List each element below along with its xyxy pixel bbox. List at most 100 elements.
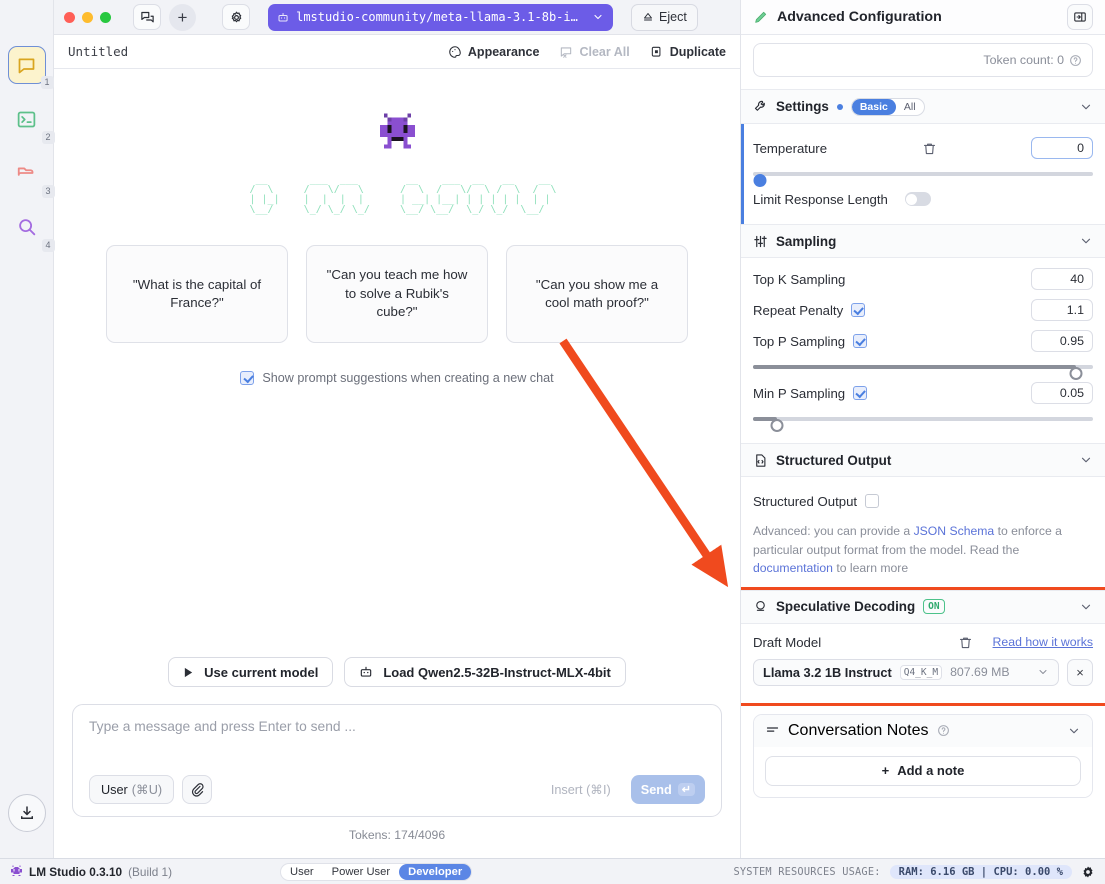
rail-item-terminal[interactable]: 2 [8,100,46,138]
rail-item-chat[interactable]: 1 [8,46,46,84]
settings-mode-all[interactable]: All [896,99,924,115]
draft-model-name: Llama 3.2 1B Instruct [763,665,892,680]
limit-response-toggle[interactable] [905,192,931,206]
top-p-row: Top P Sampling 0.95 [753,328,1093,354]
maximize-window-button[interactable] [100,12,111,23]
temperature-slider[interactable] [753,166,1093,182]
min-p-checkbox[interactable] [853,386,867,400]
traffic-lights [64,12,111,23]
rail-item-search[interactable]: 4 [8,208,46,246]
collapse-panel-button[interactable] [1067,4,1093,30]
slider-track [753,417,1093,421]
temperature-row: Temperature 0 [753,135,1093,161]
structured-output-checkbox[interactable] [865,494,879,508]
repeat-penalty-checkbox[interactable] [851,303,865,317]
sliders-icon [753,234,768,249]
chevron-down-icon[interactable] [1079,453,1093,467]
terminal-icon [16,109,37,130]
temperature-value[interactable]: 0 [1031,137,1093,159]
slider-knob[interactable] [1070,367,1083,380]
role-selector-button[interactable]: User (⌘U) [89,775,174,804]
top-k-value[interactable]: 40 [1031,268,1093,290]
settings-section-body: Temperature 0 Limit Response Length [741,124,1105,224]
sampling-section-header[interactable]: Sampling [741,224,1105,258]
appearance-button[interactable]: Appearance [448,45,540,59]
system-prompt-box[interactable]: Token count: 0 [753,43,1093,77]
config-panel-scroll[interactable]: Token count: 0 Settings Ba [741,35,1105,858]
mode-developer[interactable]: Developer [399,864,471,880]
chevron-down-icon[interactable] [1067,724,1081,738]
folder-icon [16,162,38,184]
mode-power-user[interactable]: Power User [323,864,399,880]
conversation-notes-header[interactable]: Conversation Notes [754,715,1092,747]
chat-header-actions: Appearance Clear All Duplicate [448,45,726,59]
settings-mode-basic[interactable]: Basic [852,99,896,115]
app-settings-button[interactable] [222,4,250,30]
rail-item-folder[interactable]: 3 [8,154,46,192]
reset-draft-model-icon[interactable] [958,635,973,650]
prompt-suggestion-card[interactable]: "Can you show me a cool math proof?" [506,245,688,343]
json-schema-link[interactable]: JSON Schema [914,524,995,538]
prompt-suggestion-card[interactable]: "Can you teach me how to solve a Rubik's… [306,245,488,343]
show-suggestions-checkbox[interactable] [240,371,254,385]
user-mode-selector[interactable]: User Power User Developer [280,863,472,881]
min-p-value[interactable]: 0.05 [1031,382,1093,404]
insert-button[interactable]: Insert (⌘I) [539,775,623,804]
reset-temperature-icon[interactable] [922,141,937,156]
role-label: User [101,783,128,797]
slider-knob[interactable] [753,174,766,187]
draft-model-dropdown[interactable]: Llama 3.2 1B Instruct Q4_K_M 807.69 MB [753,659,1059,686]
chevron-down-icon[interactable] [1079,234,1093,248]
prompt-suggestion-card[interactable]: "What is the capital of France?" [106,245,288,343]
top-p-slider[interactable] [753,359,1093,375]
message-input[interactable] [89,719,705,775]
conversation-notes-title: Conversation Notes [788,722,929,740]
gear-icon[interactable] [1081,865,1095,879]
new-chat-button[interactable]: + [169,4,196,31]
chat-header: Untitled Appearance Clear All [54,35,740,69]
draft-model-size: 807.69 MB [950,665,1009,679]
min-p-slider[interactable] [753,411,1093,427]
top-p-checkbox[interactable] [853,334,867,348]
read-how-it-works-link[interactable]: Read how it works [993,635,1093,649]
settings-mode-toggle[interactable]: Basic All [851,98,925,116]
eject-model-button[interactable]: Eject [631,4,698,31]
documentation-link[interactable]: documentation [753,561,833,575]
remove-draft-model-button[interactable]: × [1067,659,1093,686]
use-current-model-button[interactable]: Use current model [168,657,333,687]
mode-user[interactable]: User [281,864,323,880]
clear-all-button[interactable]: Clear All [559,45,629,59]
slider-knob[interactable] [770,419,783,432]
loaded-model-selector[interactable]: lmstudio-community/meta-llama-3.1-8b-ins… [268,4,613,31]
repeat-penalty-value[interactable]: 1.1 [1031,299,1093,321]
chevron-down-icon [592,11,604,23]
prompt-suggestions: "What is the capital of France?" "Can yo… [106,245,688,343]
structured-output-section-header[interactable]: Structured Output [741,443,1105,477]
help-icon[interactable] [1069,54,1082,67]
attach-file-button[interactable] [182,775,212,804]
add-note-button[interactable]: + Add a note [765,756,1081,786]
send-button[interactable]: Send ↵ [631,775,705,804]
downloads-button[interactable] [8,794,46,832]
plus-icon: + [882,763,890,778]
toggle-chat-sidebar-button[interactable] [133,4,161,30]
chevron-down-icon[interactable] [1079,100,1093,114]
chevron-down-icon[interactable] [1079,600,1093,614]
help-icon[interactable] [937,724,950,737]
slider-track [753,172,1093,176]
top-p-value[interactable]: 0.95 [1031,330,1093,352]
chat-panel-icon [140,10,155,25]
conversation-notes-card: Conversation Notes + Add a note [753,714,1093,798]
speculative-decoding-header[interactable]: Speculative Decoding ON [741,590,1105,624]
center-column: + lmstudio-community/meta-llama-3.1-8b-i… [54,0,740,858]
duplicate-button[interactable]: Duplicate [650,45,726,59]
so-desc-part-1: Advanced: you can provide a [753,524,914,538]
load-other-model-button[interactable]: Load Qwen2.5-32B-Instruct-MLX-4bit [344,657,626,687]
close-window-button[interactable] [64,12,75,23]
minimize-window-button[interactable] [82,12,93,23]
app-version: LM Studio 0.3.10 (Build 1) [10,865,172,879]
settings-section-header[interactable]: Settings Basic All [741,90,1105,124]
chat-title[interactable]: Untitled [68,44,128,59]
loaded-model-name: lmstudio-community/meta-llama-3.1-8b-ins… [296,10,585,24]
robot-icon [359,665,373,679]
